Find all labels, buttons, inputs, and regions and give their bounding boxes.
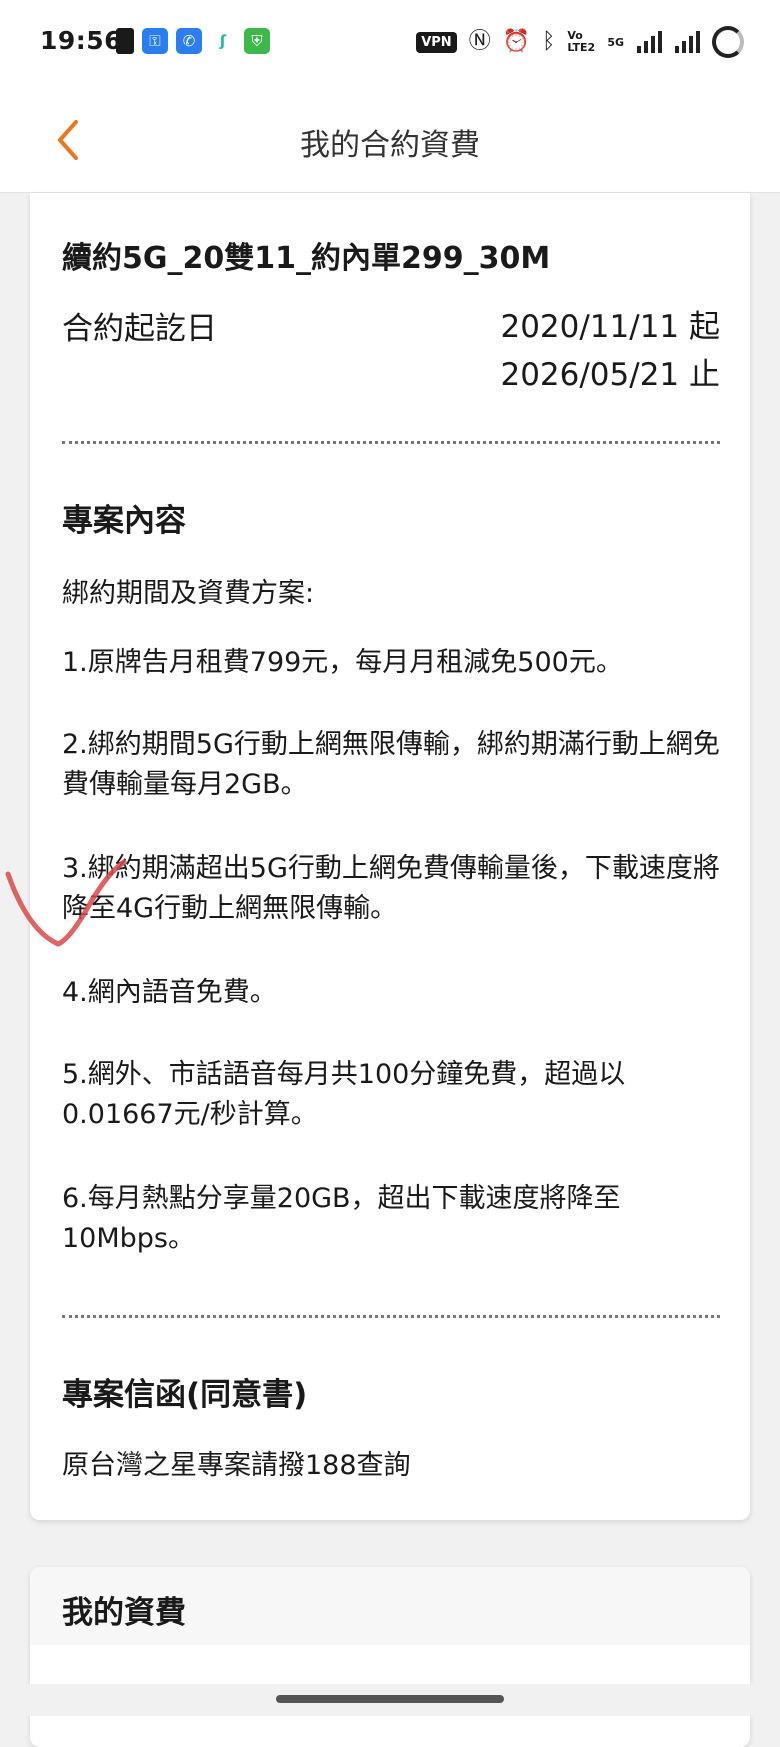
signal-icon bbox=[637, 31, 662, 53]
fees-header: 我的資費 bbox=[30, 1567, 750, 1645]
divider bbox=[62, 441, 720, 444]
content-item-2: 2.綁約期間5G行動上網無限傳輸，綁約期滿行動上網免費傳輸量每月2GB。 bbox=[62, 729, 720, 800]
shield-app-icon: ⛨ bbox=[244, 28, 270, 54]
battery-ring-icon bbox=[712, 26, 744, 58]
letter-text: 原台灣之星專案請撥188查詢 bbox=[62, 1450, 411, 1481]
nfc-icon: Ⓝ bbox=[468, 29, 491, 54]
plan-name: 續約5G_20雙11_約內單299_30M bbox=[62, 241, 551, 276]
fees-card[interactable]: 我的資費 bbox=[30, 1567, 750, 1747]
signal-icon-2 bbox=[675, 31, 700, 53]
contract-end-date: 2026/05/21 止 bbox=[500, 357, 720, 393]
s-app-icon: ʃ bbox=[210, 28, 236, 54]
content-title: 專案內容 bbox=[62, 503, 186, 539]
notification-icons: ⚿ ✆ ʃ ⛨ bbox=[116, 28, 270, 54]
content-item-4: 4.網內語音免費。 bbox=[62, 977, 277, 1008]
divider-2 bbox=[62, 1315, 720, 1318]
contract-period-label: 合約起訖日 bbox=[62, 311, 217, 347]
app-header: 我的合約資費 bbox=[0, 88, 780, 193]
contract-start-date: 2020/11/11 起 bbox=[500, 309, 720, 345]
status-bar: 19:56 ⚿ ✆ ʃ ⛨ VPN Ⓝ ⏰ ᛒ Vo LTE2 5G bbox=[0, 0, 780, 88]
content-item-3: 3.綁約期滿超出5G行動上網免費傳輸量後，下載速度將降至4G行動上網無限傳輸。 bbox=[62, 853, 720, 924]
system-icons: VPN Ⓝ ⏰ ᛒ Vo LTE2 5G bbox=[416, 26, 744, 58]
content-item-1: 1.原牌告月租費799元，每月月租減免500元。 bbox=[62, 647, 623, 678]
content-intro: 綁約期間及資費方案: bbox=[62, 578, 315, 609]
status-time: 19:56 bbox=[40, 26, 123, 55]
page-title: 我的合約資費 bbox=[300, 128, 480, 163]
letter-title: 專案信函(同意書) bbox=[62, 1377, 308, 1413]
vpn-icon: VPN bbox=[416, 31, 457, 53]
sim-icon bbox=[116, 28, 134, 54]
5g-label: 5G bbox=[607, 35, 624, 49]
bluetooth-icon: ᛒ bbox=[542, 29, 556, 54]
volte-icon: Vo LTE2 bbox=[567, 29, 596, 54]
alarm-icon: ⏰ bbox=[502, 29, 531, 54]
contract-period-dates: 2020/11/11 起 2026/05/21 止 bbox=[500, 303, 720, 399]
check-mark-annotation bbox=[5, 859, 127, 947]
key-icon: ⚿ bbox=[142, 28, 168, 54]
fees-title: 我的資費 bbox=[62, 1595, 186, 1631]
home-indicator[interactable] bbox=[276, 1695, 504, 1703]
content-item-5: 5.網外、市話語音每月共100分鐘免費，超過以0.01667元/秒計算。 bbox=[62, 1059, 626, 1130]
phone-app-icon: ✆ bbox=[176, 28, 202, 54]
content-item-6: 6.每月熱點分享量20GB，超出下載速度將降至10Mbps。 bbox=[62, 1183, 621, 1254]
